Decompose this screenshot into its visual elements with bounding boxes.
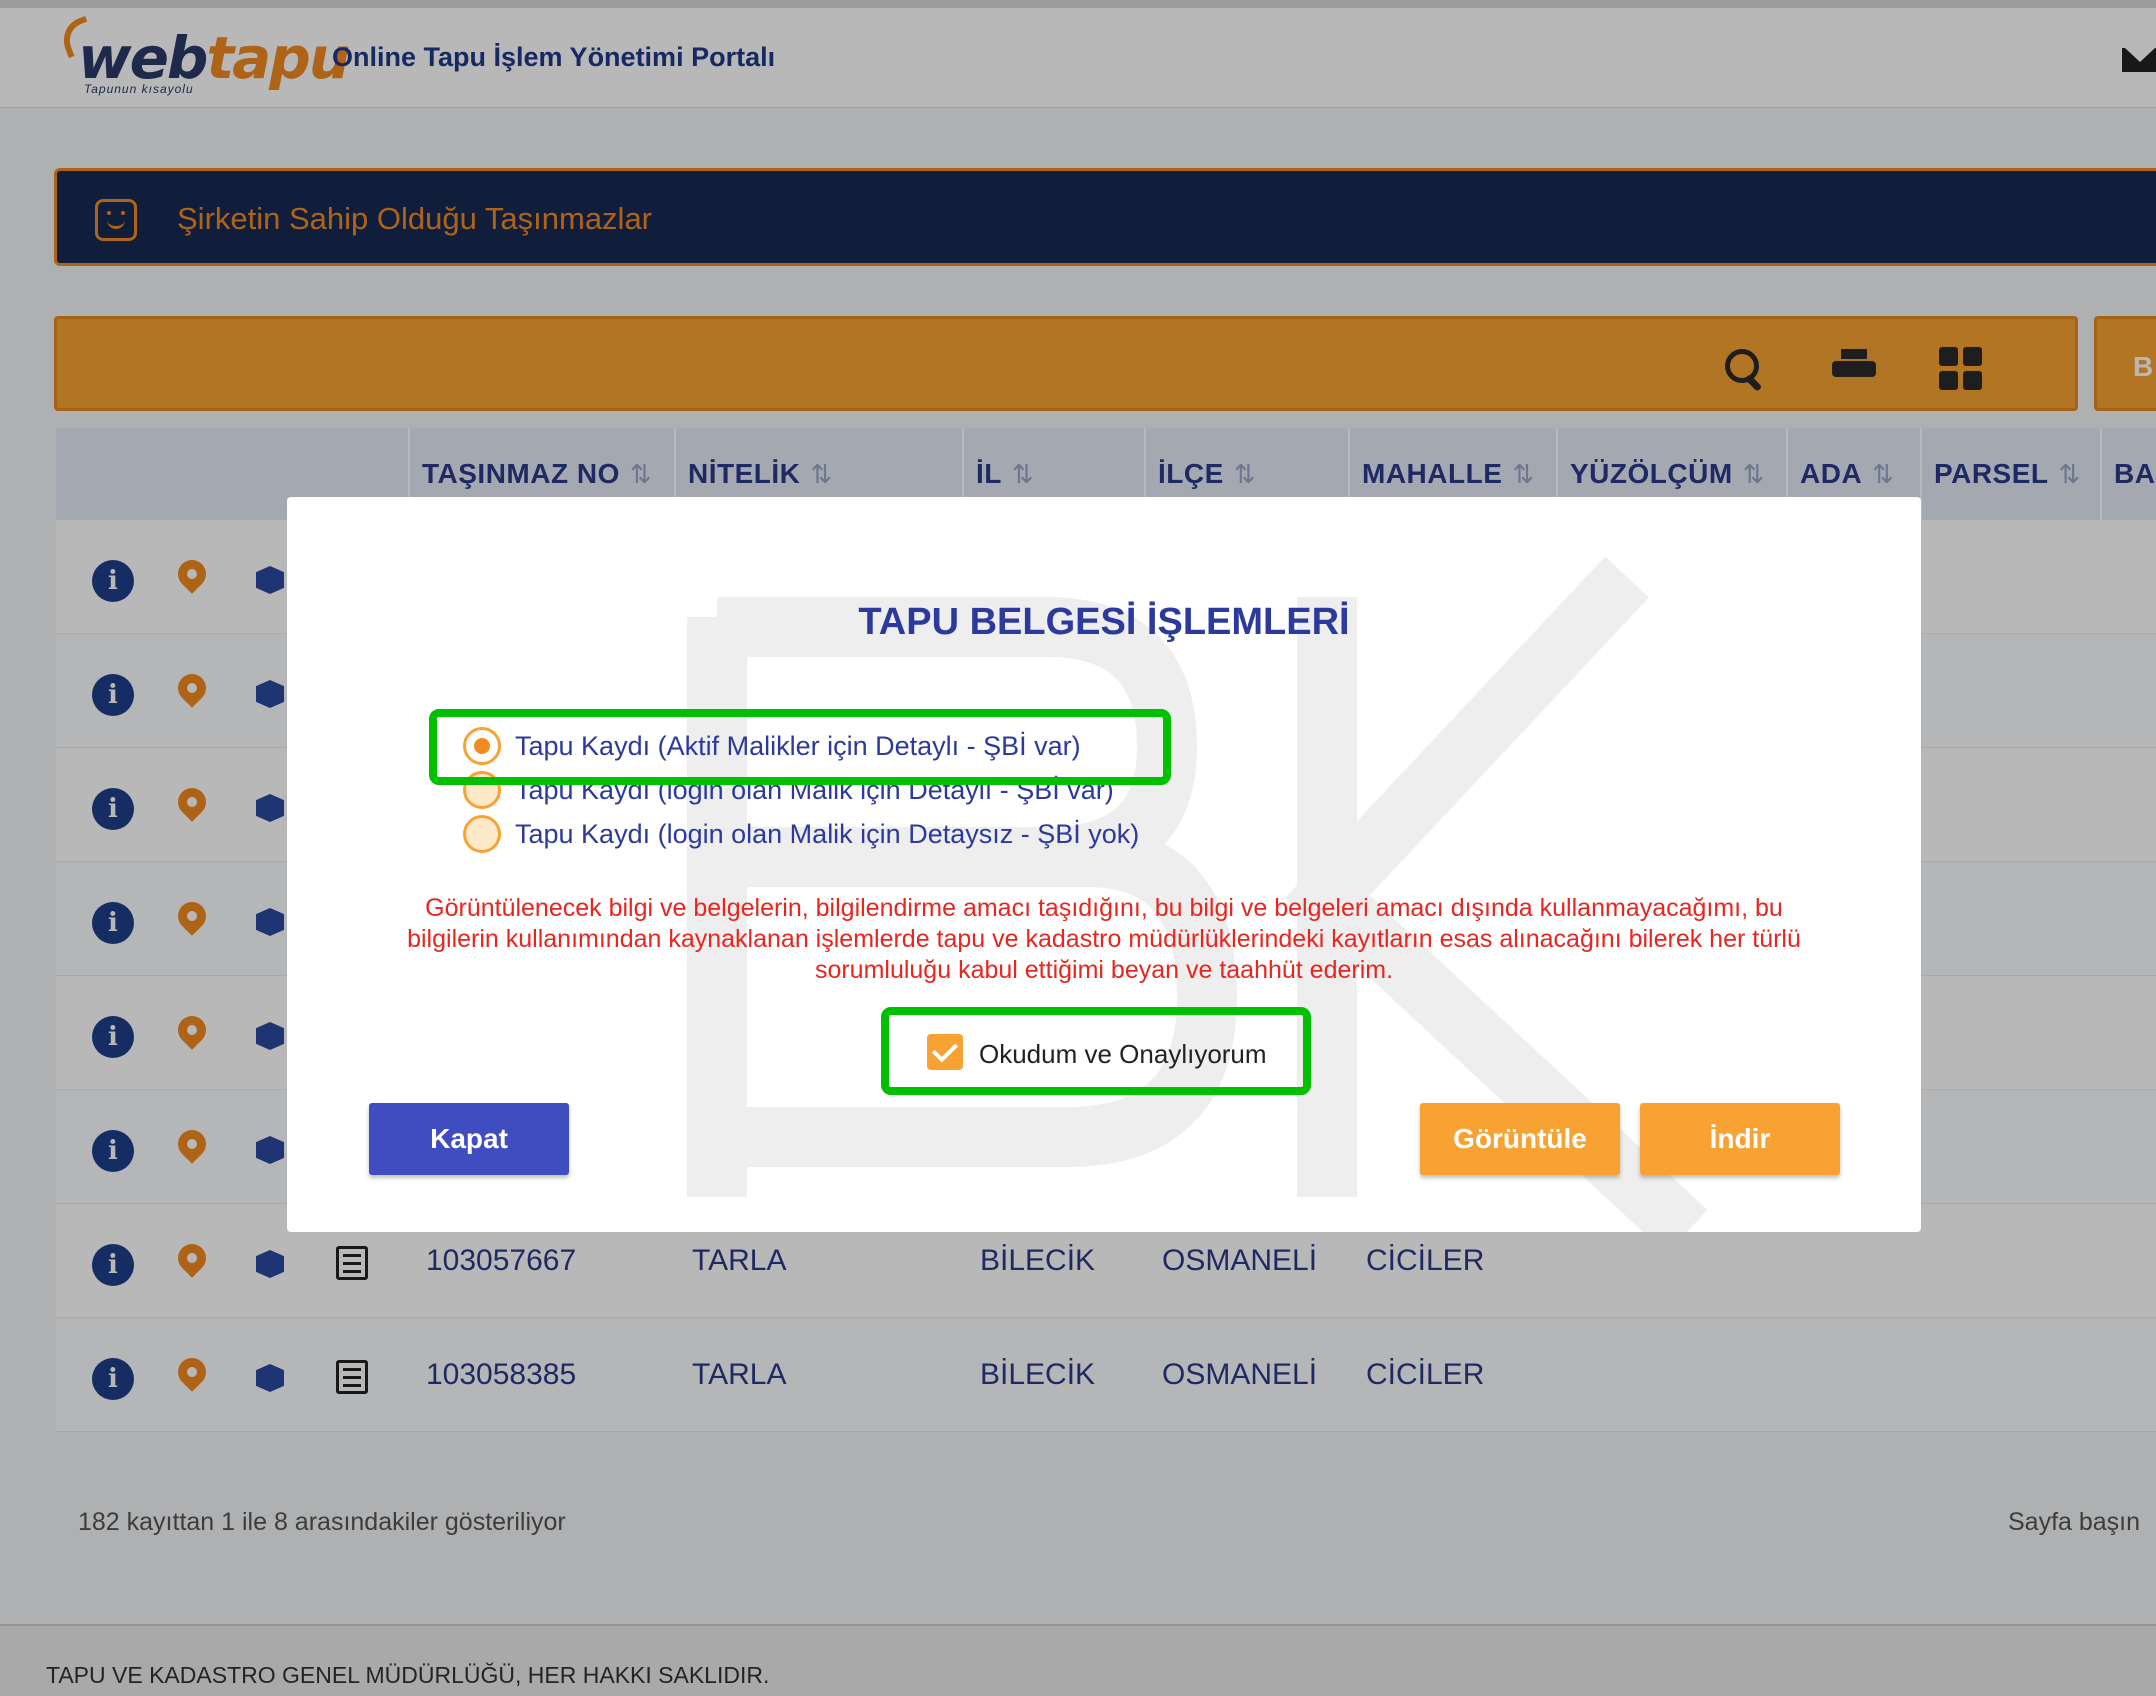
view-button[interactable]: Görüntüle (1420, 1103, 1620, 1175)
dialog-title: TAPU BELGESİ İŞLEMLERİ (858, 601, 1350, 643)
highlight-box-consent (881, 1007, 1311, 1095)
option-label: Tapu Kaydı (login olan Malik için Detays… (515, 819, 1140, 849)
close-button[interactable]: Kapat (369, 1103, 569, 1175)
disclaimer-text: Görüntülenecek bilgi ve belgelerin, bilg… (407, 894, 1801, 984)
option-login-malik-detaysiz[interactable]: Tapu Kaydı (login olan Malik için Detays… (463, 815, 1223, 855)
title-deed-dialog: TAPU BELGESİ İŞLEMLERİ Tapu Kaydı (Aktif… (287, 497, 1921, 1232)
download-button[interactable]: İndir (1640, 1103, 1840, 1175)
highlight-box-option (429, 709, 1171, 785)
radio-button[interactable] (463, 815, 501, 853)
